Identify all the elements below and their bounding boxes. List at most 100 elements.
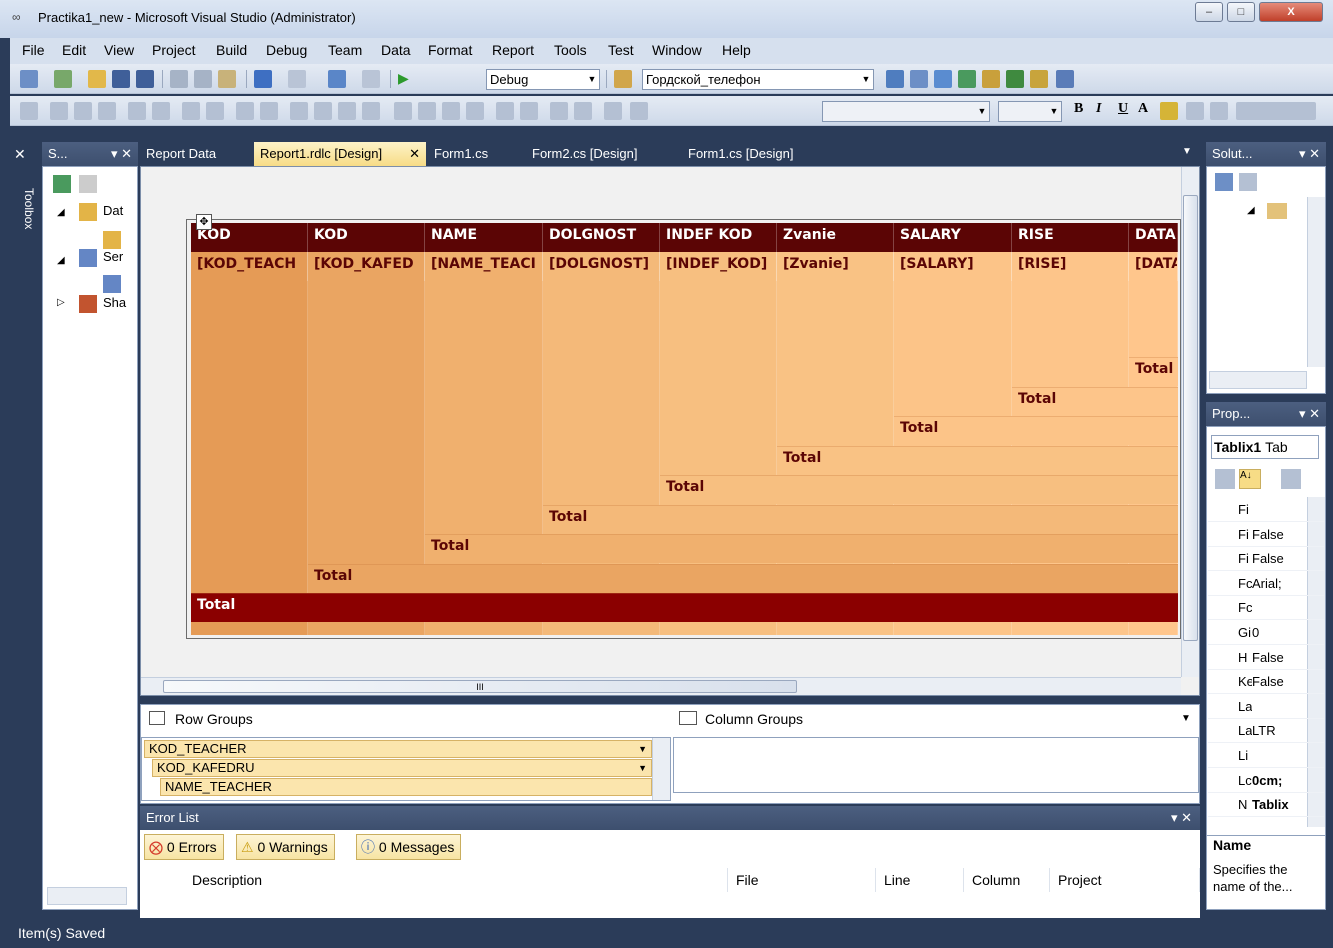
stop-icon[interactable]: [79, 175, 97, 193]
property-value[interactable]: False: [1252, 523, 1284, 547]
refresh-icon[interactable]: [53, 175, 71, 193]
decrease-v-spacing-icon[interactable]: [442, 102, 460, 120]
make-same-width-icon[interactable]: [182, 102, 200, 120]
grouping-menu-icon[interactable]: ▼: [1181, 713, 1191, 724]
menu-edit[interactable]: Edit: [62, 42, 86, 58]
column-header-cell[interactable]: INDEF KOD: [660, 223, 777, 252]
tab-form1[interactable]: Form1.cs: [428, 142, 494, 166]
expand-icon[interactable]: ◢: [1247, 205, 1255, 216]
properties-icon[interactable]: [1215, 173, 1233, 191]
row-group-item[interactable]: KOD_TEACHER ▼: [144, 740, 652, 758]
chevron-down-icon[interactable]: ▼: [638, 741, 647, 757]
increase-v-spacing-icon[interactable]: [418, 102, 436, 120]
property-row[interactable]: H False: [1208, 646, 1324, 670]
property-row[interactable]: La: [1208, 695, 1324, 719]
column-description[interactable]: Description: [184, 868, 728, 892]
add-item-icon[interactable]: [54, 70, 72, 88]
total-cell[interactable]: Total: [191, 593, 308, 622]
vertical-scrollbar[interactable]: [1181, 167, 1199, 677]
command-window-icon[interactable]: [1056, 70, 1074, 88]
column-header-cell[interactable]: DOLGNOST: [543, 223, 660, 252]
increase-h-spacing-icon[interactable]: [314, 102, 332, 120]
detail-field-cell[interactable]: [SALARY]: [894, 252, 1012, 281]
total-cell[interactable]: Total: [425, 534, 543, 563]
warnings-filter-button[interactable]: ⚠ 0 Warnings: [236, 834, 335, 860]
more-options-icon[interactable]: [630, 102, 648, 120]
scroll-thumb[interactable]: III: [163, 680, 797, 693]
vertical-scrollbar[interactable]: [1307, 197, 1325, 367]
properties-icon[interactable]: [934, 70, 952, 88]
font-color-button[interactable]: A: [1138, 101, 1148, 117]
object-selector[interactable]: Tablix1 Tab: [1211, 435, 1319, 459]
save-all-icon[interactable]: [136, 70, 154, 88]
undo-icon[interactable]: [254, 70, 272, 88]
property-value[interactable]: False: [1252, 547, 1284, 571]
horizontal-scrollbar[interactable]: [47, 887, 127, 905]
horizontal-spacing-icon[interactable]: [290, 102, 308, 120]
align-centers-icon[interactable]: [50, 102, 68, 120]
detail-field-cell[interactable]: [RISE]: [1012, 252, 1129, 281]
property-row[interactable]: Fc: [1208, 596, 1324, 621]
solution-explorer-icon[interactable]: [910, 70, 928, 88]
save-icon[interactable]: [112, 70, 130, 88]
menu-team[interactable]: Team: [328, 42, 362, 58]
detail-field-cell[interactable]: [DOLGNOST]: [543, 252, 660, 281]
property-row[interactable]: Ke False: [1208, 670, 1324, 695]
find-in-files-icon[interactable]: [614, 70, 632, 88]
tab-form1-design[interactable]: Form1.cs [Design]: [682, 142, 799, 166]
detail-field-cell[interactable]: [KOD_TEACH: [191, 252, 308, 281]
total-cell[interactable]: Total: [660, 475, 777, 504]
make-same-height-icon[interactable]: [206, 102, 224, 120]
total-cell[interactable]: Total: [543, 505, 660, 534]
close-button[interactable]: X: [1259, 2, 1323, 22]
move-handle-icon[interactable]: ✥: [196, 214, 212, 230]
expand-icon[interactable]: ◢: [57, 207, 65, 218]
find-icon[interactable]: [886, 70, 904, 88]
scroll-thumb[interactable]: [1183, 195, 1198, 641]
align-middles-icon[interactable]: [128, 102, 146, 120]
align-center-text-icon[interactable]: [1210, 102, 1228, 120]
start-debug-icon[interactable]: ▶: [398, 70, 409, 87]
total-cell[interactable]: Total: [1012, 387, 1129, 416]
column-file[interactable]: File: [728, 868, 876, 892]
paste-icon[interactable]: [218, 70, 236, 88]
close-icon[interactable]: ▾ ✕: [111, 142, 132, 166]
show-all-files-icon[interactable]: [1239, 173, 1257, 191]
toolbox-icon[interactable]: [982, 70, 1000, 88]
detail-field-cell[interactable]: [INDEF_KOD]: [660, 252, 777, 281]
size-to-grid-icon[interactable]: [260, 102, 278, 120]
open-folder-icon[interactable]: [88, 70, 106, 88]
navigate-forward-icon[interactable]: [362, 70, 380, 88]
vertical-spacing-icon[interactable]: [394, 102, 412, 120]
row-group-item[interactable]: NAME_TEACHER: [160, 778, 652, 796]
property-value[interactable]: Arial;: [1252, 572, 1282, 596]
property-value[interactable]: 0: [1252, 621, 1259, 645]
property-row[interactable]: Li: [1208, 744, 1324, 768]
property-row[interactable]: Fi: [1208, 498, 1324, 522]
property-row[interactable]: Fi False: [1208, 523, 1324, 547]
property-row[interactable]: Fi False: [1208, 547, 1324, 572]
menu-window[interactable]: Window: [652, 42, 702, 58]
make-same-size-icon[interactable]: [236, 102, 254, 120]
menu-view[interactable]: View: [104, 42, 134, 58]
center-horizontally-icon[interactable]: [496, 102, 514, 120]
decrease-h-spacing-icon[interactable]: [338, 102, 356, 120]
column-header-cell[interactable]: RISE: [1012, 223, 1129, 252]
messages-filter-button[interactable]: ⓘ 0 Messages: [356, 834, 462, 860]
menu-report[interactable]: Report: [492, 42, 534, 58]
bring-to-front-icon[interactable]: [550, 102, 568, 120]
align-left-text-icon[interactable]: [1186, 102, 1204, 120]
detail-field-cell[interactable]: [NAME_TEACI: [425, 252, 543, 281]
property-pages-icon[interactable]: [1281, 469, 1301, 489]
new-project-icon[interactable]: [20, 70, 38, 88]
font-name-select[interactable]: ▼: [822, 101, 990, 122]
property-row[interactable]: Lc 0cm;: [1208, 769, 1324, 793]
column-header-cell[interactable]: NAME: [425, 223, 543, 252]
property-row[interactable]: La LTR: [1208, 719, 1324, 744]
menu-format[interactable]: Format: [428, 42, 472, 58]
expand-icon[interactable]: ◢: [57, 255, 65, 266]
column-line[interactable]: Line: [876, 868, 964, 892]
detail-field-cell[interactable]: [Zvanie]: [777, 252, 894, 281]
cut-icon[interactable]: [170, 70, 188, 88]
bold-button[interactable]: B: [1074, 101, 1083, 117]
